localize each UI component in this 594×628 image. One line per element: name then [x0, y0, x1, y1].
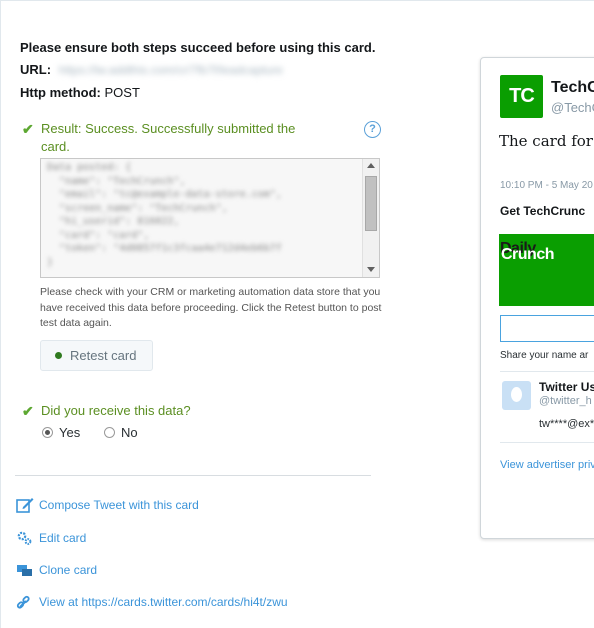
- card-email-input[interactable]: [500, 315, 594, 342]
- posted-data-line: "screen_name": "TechCrunch",: [47, 202, 228, 214]
- link-icon: [16, 594, 34, 610]
- card-divider: [500, 442, 594, 443]
- method-value: POST: [104, 85, 140, 100]
- retest-label: Retest card: [70, 348, 137, 363]
- notice-heading: Please ensure both steps succeed before …: [20, 40, 376, 55]
- scroll-down-arrow-icon[interactable]: [367, 267, 375, 272]
- posted-data-line: }: [47, 256, 54, 268]
- edit-card-link[interactable]: Edit card: [16, 531, 86, 547]
- tweet-text: The card for y look somethin: [499, 132, 594, 150]
- account-name: TechC: [551, 79, 594, 96]
- techcrunch-logo: TC: [500, 75, 543, 118]
- instructions-text: Please check with your CRM or marketing …: [40, 286, 382, 329]
- card-preview: TC TechC @TechC The card for y look some…: [480, 57, 594, 539]
- edit-card-label: Edit card: [39, 531, 87, 546]
- posted-data-text: Data posted: { "name": "TechCrunch", "em…: [47, 161, 357, 269]
- user-name: Twitter Us: [539, 380, 594, 394]
- banner-text-light: Crunch: [501, 246, 555, 263]
- card-divider: [500, 371, 594, 372]
- user-email: tw****@ex*: [539, 418, 594, 430]
- radio-yes-circle-icon[interactable]: [42, 427, 53, 439]
- scroll-thumb[interactable]: [365, 176, 377, 231]
- section-divider: [15, 475, 371, 476]
- result-status: ✔ Result: Success. Successfully submitte…: [22, 120, 322, 154]
- radio-no[interactable]: No: [104, 425, 138, 440]
- method-row: Http method: POST: [20, 85, 140, 100]
- url-value: https://lw.addthis.com/cr/7fb7f/leadcapt…: [58, 63, 283, 77]
- compose-tweet-link[interactable]: Compose Tweet with this card: [16, 498, 199, 514]
- checkmark-icon: ✔: [22, 403, 34, 419]
- posted-data-line: "hi_userid": 816022,: [47, 216, 180, 227]
- scroll-up-arrow-icon[interactable]: [367, 163, 375, 168]
- status-dot-icon: [55, 352, 62, 360]
- posted-data-box[interactable]: Data posted: { "name": "TechCrunch", "em…: [40, 158, 380, 278]
- clone-card-label: Clone card: [39, 563, 98, 578]
- banner-text: Crunch Daily: [500, 240, 555, 263]
- retest-card-button[interactable]: Retest card: [40, 340, 153, 371]
- radio-yes-label: Yes: [59, 425, 81, 440]
- radio-no-label: No: [121, 425, 138, 440]
- method-label: Http method:: [20, 85, 101, 100]
- card-banner-image: Crunch Daily: [499, 234, 594, 306]
- compose-tweet-label: Compose Tweet with this card: [39, 498, 199, 513]
- gear-icon: [16, 530, 34, 546]
- clone-card-link[interactable]: Clone card: [16, 563, 97, 579]
- checkmark-icon: ✔: [22, 121, 34, 137]
- posted-data-line: "name": "TechCrunch",: [47, 175, 186, 187]
- clone-icon: [16, 562, 34, 578]
- view-advertiser-privacy-link[interactable]: View advertiser priv: [500, 459, 594, 471]
- user-handle: @twitter_h: [539, 395, 592, 407]
- url-row: URL: https://lw.addthis.com/cr/7fb7f/lea…: [20, 62, 283, 77]
- radio-no-circle-icon[interactable]: [104, 427, 115, 439]
- view-card-link[interactable]: View at https://cards.twitter.com/cards/…: [16, 595, 288, 611]
- verify-question: ✔ Did you receive this data?: [22, 403, 191, 420]
- account-handle: @TechC: [551, 100, 594, 115]
- posted-data-line: Data posted: {: [47, 162, 132, 173]
- tweet-timestamp: 10:10 PM - 5 May 20: [500, 180, 593, 191]
- data-box-scrollbar[interactable]: [362, 159, 379, 277]
- help-icon[interactable]: ?: [364, 121, 381, 138]
- view-card-url: View at https://cards.twitter.com/cards/…: [39, 595, 288, 610]
- result-text: Result: Success. Successfully submitted …: [41, 121, 296, 154]
- url-label: URL:: [20, 62, 52, 77]
- posted-data-line: "email": "tc@example-data-store.com",: [47, 189, 282, 200]
- posted-data-line: "token": "4d0857f1c3fcaa4e712d4eb6b7f: [47, 243, 282, 254]
- share-consent-text: Share your name ar: [500, 350, 589, 361]
- compose-icon: [16, 497, 34, 513]
- card-title: Get TechCrunc: [500, 204, 586, 218]
- verify-question-text: Did you receive this data?: [41, 403, 191, 418]
- posted-data-line: "card": "card",: [47, 229, 150, 241]
- radio-yes[interactable]: Yes: [42, 425, 80, 440]
- user-avatar: [502, 381, 531, 410]
